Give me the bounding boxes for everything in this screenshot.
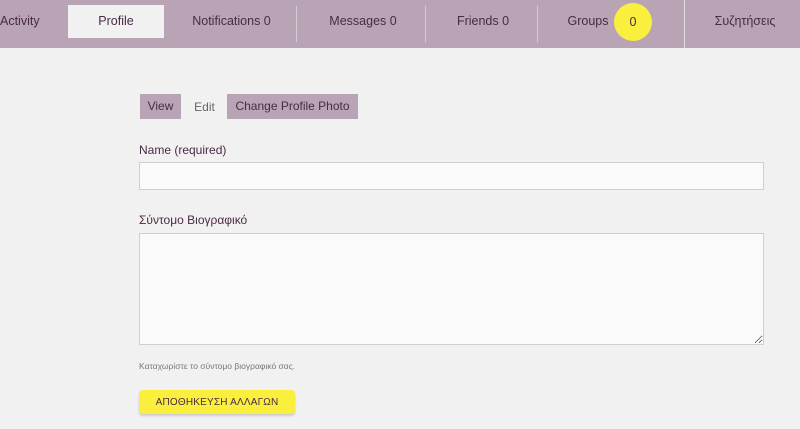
- nav-divider: [296, 6, 297, 42]
- nav-tab-activity[interactable]: Activity: [0, 0, 40, 48]
- subnav-view-button[interactable]: View: [140, 94, 181, 119]
- groups-count-badge[interactable]: 0: [614, 3, 652, 41]
- nav-divider: [684, 0, 685, 48]
- bio-textarea[interactable]: [139, 233, 764, 345]
- subnav-edit-current[interactable]: Edit: [187, 94, 222, 119]
- bio-help-text: Καταχωρίστε το σύντομο βιογραφικό σας.: [139, 361, 296, 371]
- subnav-change-photo-button[interactable]: Change Profile Photo: [227, 94, 358, 119]
- nav-tab-messages[interactable]: Messages 0: [318, 0, 408, 48]
- bio-field-label: Σύντομο Βιογραφικό: [139, 213, 248, 227]
- nav-divider: [425, 6, 426, 42]
- name-input[interactable]: [139, 162, 764, 190]
- top-navigation: Activity Profile Notifications 0 Message…: [0, 0, 800, 48]
- nav-tab-profile[interactable]: Profile: [68, 5, 164, 38]
- nav-tab-discussions[interactable]: Συζητήσεις: [700, 0, 790, 48]
- nav-tab-groups[interactable]: Groups: [563, 0, 613, 48]
- nav-tab-notifications[interactable]: Notifications 0: [181, 0, 282, 48]
- nav-divider: [537, 6, 538, 42]
- name-field-label: Name (required): [139, 143, 227, 157]
- nav-tab-friends[interactable]: Friends 0: [447, 0, 519, 48]
- save-changes-button[interactable]: ΑΠΟΘΗΚΕΥΣΗ ΑΛΛΑΓΩΝ: [139, 390, 295, 414]
